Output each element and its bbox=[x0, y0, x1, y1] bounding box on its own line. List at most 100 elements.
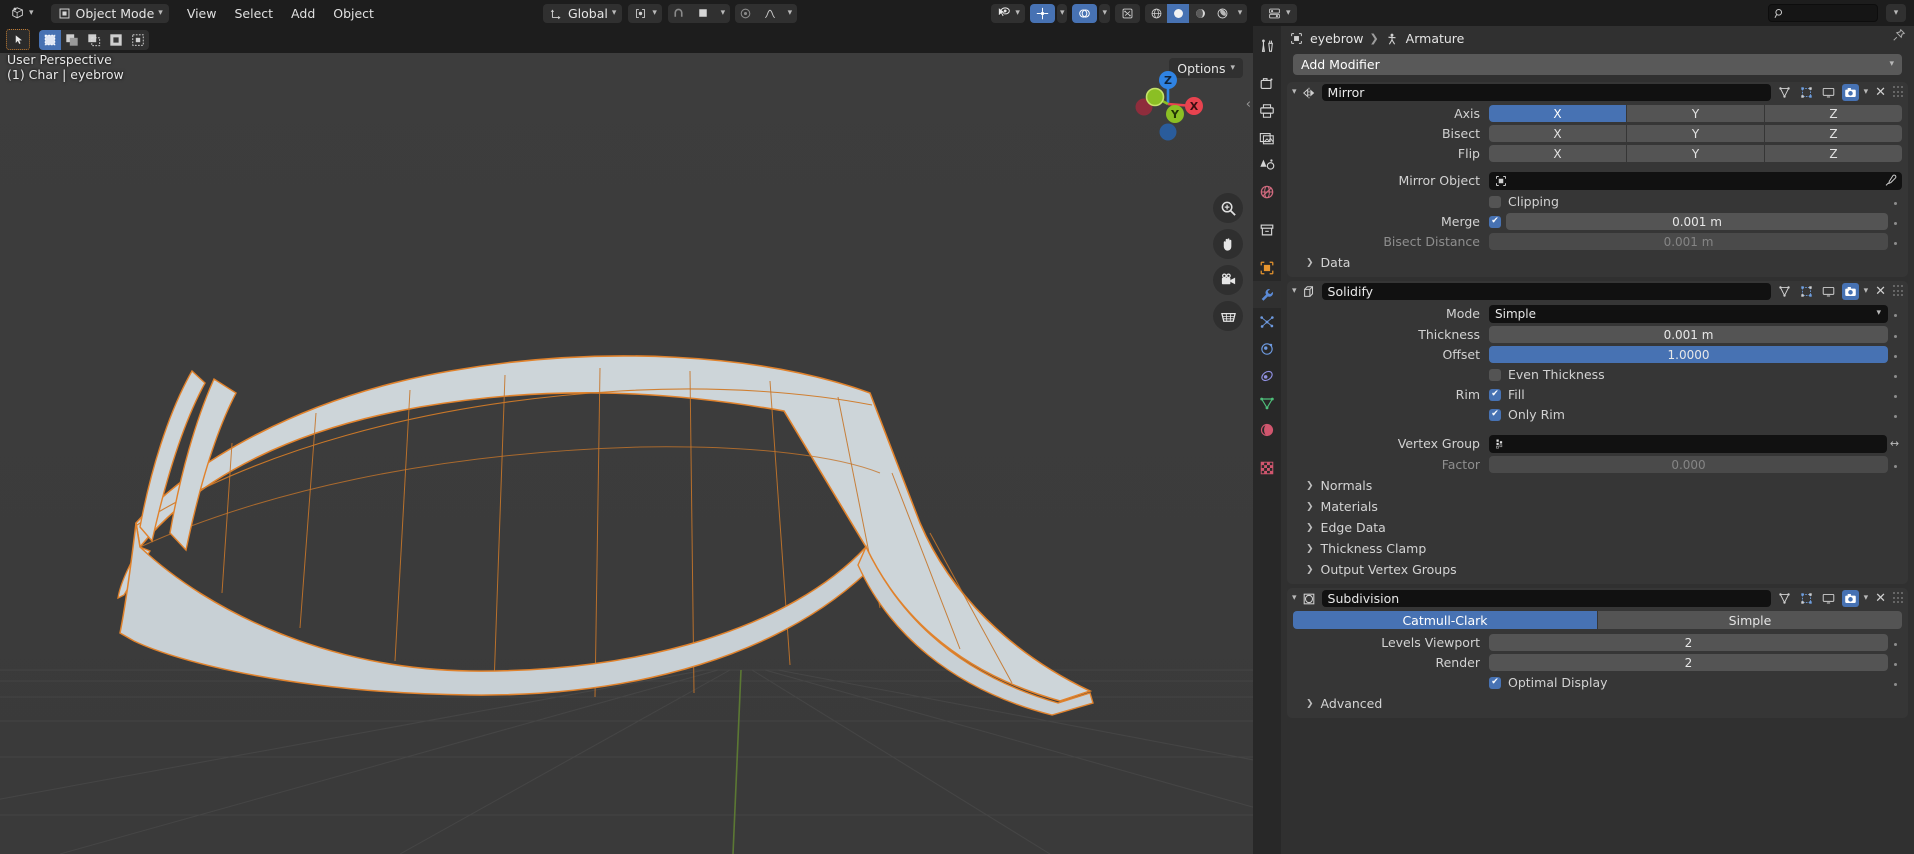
animate-decorator[interactable] bbox=[1888, 306, 1902, 321]
modifier-header-mirror[interactable]: ▾ Mirror ▾ ✕ bbox=[1287, 82, 1908, 103]
mod-realtime-display-icon[interactable] bbox=[1820, 590, 1837, 607]
animate-decorator[interactable] bbox=[1888, 635, 1902, 650]
shading-rendered-icon[interactable] bbox=[1211, 4, 1233, 23]
sidebar-item-material[interactable] bbox=[1253, 416, 1281, 443]
solidify-mode-row[interactable]: Mode Simple ▾ bbox=[1287, 303, 1908, 324]
subdivision-catmull-clark[interactable]: Catmull-Clark bbox=[1293, 611, 1597, 629]
modifier-panel-mirror[interactable]: ▾ Mirror ▾ ✕ Axis X Y Z Bisect X Y Z Fli… bbox=[1287, 82, 1908, 277]
mode-selector[interactable]: Object Mode ▾ bbox=[50, 3, 169, 23]
solidify-subpanel-thickness-clamp[interactable]: ❯ Thickness Clamp bbox=[1287, 538, 1908, 559]
mod-render-icon[interactable] bbox=[1841, 84, 1859, 101]
shading-material-icon[interactable] bbox=[1189, 4, 1211, 23]
modifier-name-solidify[interactable]: Solidify bbox=[1321, 283, 1771, 300]
gizmo-toggle[interactable] bbox=[1029, 3, 1055, 23]
solidify-subpanel-normals[interactable]: ❯ Normals bbox=[1287, 475, 1908, 496]
falloff-curve-icon[interactable] bbox=[757, 4, 783, 23]
viewport-nav-tools[interactable] bbox=[1213, 193, 1243, 331]
hand-pan-icon[interactable] bbox=[1213, 229, 1243, 259]
pin-icon[interactable] bbox=[1892, 28, 1906, 42]
overlays-toggle[interactable] bbox=[1072, 3, 1098, 23]
object-visibility-selector[interactable]: ▾ bbox=[991, 3, 1025, 23]
drag-handle-icon[interactable] bbox=[1893, 592, 1904, 605]
modifier-stack[interactable]: Add Modifier ▾ ▾ Mirror ▾ ✕ Axis X Y Z B… bbox=[1281, 51, 1914, 854]
animate-decorator[interactable] bbox=[1888, 387, 1902, 402]
mirror-object-field[interactable] bbox=[1489, 171, 1902, 190]
overlays-dropdown[interactable]: ▾ bbox=[1099, 3, 1110, 23]
close-icon[interactable]: ✕ bbox=[1873, 591, 1888, 606]
animate-decorator[interactable] bbox=[1888, 327, 1902, 342]
pivot-point-selector[interactable]: ▾ bbox=[628, 3, 662, 23]
mirror-bisect-row[interactable]: Bisect X Y Z bbox=[1287, 124, 1908, 143]
mod-edit-mode-icon[interactable] bbox=[1798, 283, 1815, 300]
subdivision-render-row[interactable]: Render 2 bbox=[1287, 653, 1908, 672]
solidify-factor-row[interactable]: Factor 0.000 bbox=[1287, 455, 1908, 474]
solidify-subpanel-edge-data[interactable]: ❯ Edge Data bbox=[1287, 517, 1908, 538]
shading-solid-icon[interactable] bbox=[1167, 3, 1189, 23]
chevron-down-icon[interactable]: ▾ bbox=[1292, 594, 1297, 603]
properties-editor-type-selector[interactable]: ▾ bbox=[1261, 3, 1297, 23]
sidebar-item-modifiers[interactable] bbox=[1253, 281, 1281, 308]
solidify-offset-value[interactable]: 1.0000 bbox=[1489, 346, 1888, 363]
sidebar-item-particles[interactable] bbox=[1253, 308, 1281, 335]
mirror-subpanel-data[interactable]: ❯ Data bbox=[1287, 252, 1908, 273]
3d-viewport[interactable]: User Perspective (1) Char | eyebrow Opti… bbox=[0, 53, 1253, 854]
solidify-fill-checkbox[interactable] bbox=[1489, 388, 1501, 401]
proportional-dropdown[interactable]: ▾ bbox=[783, 4, 797, 23]
mod-edit-mode-icon[interactable] bbox=[1798, 84, 1815, 101]
mirror-bisect-x[interactable]: X bbox=[1489, 125, 1626, 142]
snapping-group[interactable]: ▾ bbox=[667, 3, 730, 23]
add-modifier-button[interactable]: Add Modifier ▾ bbox=[1293, 54, 1902, 75]
solidify-even-thickness-checkbox[interactable] bbox=[1489, 368, 1501, 381]
mirror-object-row[interactable]: Mirror Object bbox=[1287, 170, 1908, 191]
zoom-icon[interactable] bbox=[1213, 193, 1243, 223]
solidify-offset-row[interactable]: Offset 1.0000 bbox=[1287, 345, 1908, 364]
solidify-thickness-row[interactable]: Thickness 0.001 m bbox=[1287, 325, 1908, 344]
sidebar-item-view-layer[interactable] bbox=[1253, 124, 1281, 151]
select-intersect-icon[interactable] bbox=[127, 30, 149, 50]
solidify-only-rim-row[interactable]: Only Rim bbox=[1287, 405, 1908, 424]
subdivision-levels-viewport-row[interactable]: Levels Viewport 2 bbox=[1287, 633, 1908, 652]
mirror-clipping-checkbox[interactable] bbox=[1489, 195, 1501, 208]
sidebar-item-render[interactable] bbox=[1253, 70, 1281, 97]
camera-view-icon[interactable] bbox=[1213, 265, 1243, 295]
select-subtract-icon[interactable] bbox=[83, 30, 105, 50]
sidebar-item-constraints[interactable] bbox=[1253, 362, 1281, 389]
toggle-ortho-icon[interactable] bbox=[1213, 301, 1243, 331]
subdivision-subpanel-advanced[interactable]: ❯ Advanced bbox=[1287, 693, 1908, 714]
search-input[interactable] bbox=[1789, 6, 1869, 20]
animate-decorator[interactable] bbox=[1888, 367, 1902, 382]
mirror-bisect-distance-value[interactable]: 0.001 m bbox=[1489, 233, 1888, 250]
breadcrumb-object-label[interactable]: eyebrow bbox=[1310, 31, 1363, 46]
sidebar-item-output[interactable] bbox=[1253, 97, 1281, 124]
mirror-flip-toggles[interactable]: X Y Z bbox=[1489, 145, 1902, 162]
sidebar-item-physics[interactable] bbox=[1253, 335, 1281, 362]
subdivision-simple[interactable]: Simple bbox=[1598, 611, 1902, 629]
solidify-even-thickness-row[interactable]: Even Thickness bbox=[1287, 365, 1908, 384]
mirror-clipping-row[interactable]: Clipping bbox=[1287, 192, 1908, 211]
close-icon[interactable]: ✕ bbox=[1873, 85, 1888, 100]
mirror-axis-z[interactable]: Z bbox=[1765, 105, 1902, 122]
chevron-down-icon[interactable]: ▾ bbox=[1292, 287, 1297, 296]
sidebar-item-scene[interactable] bbox=[1253, 151, 1281, 178]
select-set-icon[interactable] bbox=[39, 29, 61, 50]
sidebar-item-collection[interactable] bbox=[1253, 216, 1281, 243]
subdivision-levels-viewport-value[interactable]: 2 bbox=[1489, 634, 1888, 651]
mirror-merge-value[interactable]: 0.001 m bbox=[1506, 213, 1888, 230]
tweak-tool-icon[interactable] bbox=[6, 29, 30, 50]
breadcrumb-armature-label[interactable]: Armature bbox=[1406, 31, 1465, 46]
xray-toggle[interactable] bbox=[1115, 3, 1140, 23]
proportional-editing-group[interactable]: ▾ bbox=[734, 3, 797, 23]
snap-target-icon[interactable] bbox=[690, 4, 716, 23]
animate-decorator[interactable] bbox=[1888, 655, 1902, 670]
transform-orientation-selector[interactable]: Global ▾ bbox=[542, 3, 623, 23]
properties-tab-column[interactable] bbox=[1253, 26, 1281, 854]
properties-search-box[interactable] bbox=[1768, 4, 1878, 22]
mirror-bisect-toggles[interactable]: X Y Z bbox=[1489, 125, 1902, 142]
modifier-extras-dropdown[interactable]: ▾ bbox=[1864, 594, 1869, 603]
animate-decorator[interactable] bbox=[1888, 194, 1902, 209]
sidebar-item-world[interactable] bbox=[1253, 178, 1281, 205]
solidify-vertex-group-row[interactable]: Vertex Group ↔ bbox=[1287, 433, 1908, 454]
invert-vertex-group-icon[interactable]: ↔ bbox=[1887, 437, 1902, 450]
menu-object[interactable]: Object bbox=[324, 6, 383, 21]
mirror-flip-x[interactable]: X bbox=[1489, 145, 1626, 162]
